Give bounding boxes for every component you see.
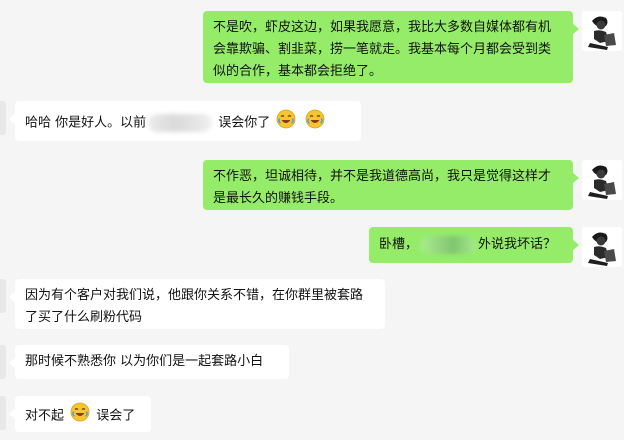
message-text: 对不起	[25, 408, 65, 424]
contact-avatar-edge[interactable]	[0, 345, 6, 379]
message-text: 误会你了	[218, 115, 271, 131]
avatar-image	[582, 11, 622, 51]
laughing-tears-emoji	[276, 109, 296, 137]
redacted-blur	[420, 235, 477, 254]
user-avatar[interactable]	[582, 11, 622, 51]
message-bubble-outgoing[interactable]: 不作恶，坦诚相待，并不是我道德高尚，我只是觉得这样才是最长久的赚钱手段。	[203, 160, 579, 210]
user-avatar[interactable]	[582, 227, 622, 267]
message-bubble-incoming[interactable]: 那时候不熟悉你 以为你们是一起套路小白	[9, 345, 289, 379]
message-bubble-incoming[interactable]: 因为有个客户对我们说，他跟你关系不错，在你群里被套路了买了什么刷粉代码	[9, 279, 385, 329]
laughing-tears-emoji	[305, 109, 325, 137]
message-text: 不是吹，虾皮这边，如果我愿意，我比大多数自媒体都有机会靠欺骗、割韭菜，捞一笔就走…	[213, 20, 552, 79]
avatar-image	[582, 227, 622, 267]
message-text: 不作恶，坦诚相待，并不是我道德高尚，我只是觉得这样才是最长久的赚钱手段。	[213, 169, 552, 206]
message-bubble-outgoing[interactable]: 卧槽， 外说我坏话？	[369, 227, 579, 263]
message-text: 因为有个客户对我们说，他跟你关系不错，在你群里被套路了买了什么刷粉代码	[25, 288, 364, 325]
contact-avatar-edge[interactable]	[0, 396, 6, 430]
message-bubble-incoming[interactable]: 哈哈 你是好人。以前 误会你了	[9, 101, 361, 141]
laughing-tears-emoji	[70, 402, 90, 430]
message-text: 那时候不熟悉你 以为你们是一起套路小白	[25, 354, 264, 369]
redacted-blur	[148, 114, 213, 132]
message-text: 误会了	[96, 408, 136, 424]
user-avatar[interactable]	[582, 160, 622, 200]
message-text: 卧槽，	[379, 237, 419, 252]
chat-window: 不是吹，虾皮这边，如果我愿意，我比大多数自媒体都有机会靠欺骗、割韭菜，捞一笔就走…	[0, 0, 624, 440]
contact-avatar-edge[interactable]	[0, 101, 6, 135]
contact-avatar-edge[interactable]	[0, 279, 6, 313]
message-text: 哈哈 你是好人。以前	[25, 115, 147, 131]
message-bubble-incoming[interactable]: 对不起 误会了	[9, 396, 151, 432]
avatar-image	[582, 160, 622, 200]
message-bubble-outgoing[interactable]: 不是吹，虾皮这边，如果我愿意，我比大多数自媒体都有机会靠欺骗、割韭菜，捞一笔就走…	[203, 11, 579, 83]
message-text: 外说我坏话？	[478, 237, 557, 252]
